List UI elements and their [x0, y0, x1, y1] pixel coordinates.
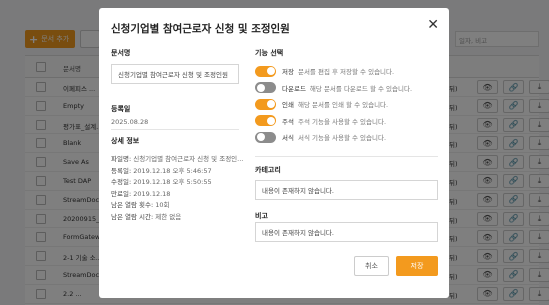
- detail-value: 2019.12.18 오후 5:46:57: [133, 166, 212, 175]
- toggle-knob: [266, 67, 275, 75]
- doc-name-value: 신청기업별 참여근로자 신청 및 조정인원: [118, 71, 228, 79]
- detail-key: 남은 열람 횟수: [111, 201, 152, 209]
- divider: [111, 129, 239, 130]
- reg-date-label: 등록일: [111, 105, 131, 113]
- function-name: 저장: [282, 68, 294, 76]
- toggle-knob: [266, 116, 275, 125]
- function-name: 서식: [282, 134, 294, 142]
- detail-key: 남은 열람 시간: [111, 212, 152, 221]
- detail-key: 수정일: [111, 178, 129, 186]
- category-field[interactable]: 내용이 존재하지 않습니다.: [255, 180, 438, 200]
- toggle-switch[interactable]: [255, 115, 276, 126]
- modal-title: 신청기업별 참여근로자 신청 및 조정인원: [111, 23, 290, 35]
- toggle-knob: [256, 133, 265, 141]
- function-toggle-row: 다운로드 해당 문서를 다운로드 할 수 있습니다.: [255, 82, 412, 94]
- document-settings-modal: 신청기업별 참여근로자 신청 및 조정인원 ✕ 문서명 신청기업별 참여근로자 …: [99, 8, 449, 298]
- detail-item: 만료일: 2019.12.18: [111, 188, 170, 198]
- toggle-knob: [256, 83, 265, 92]
- function-toggle-row: 서식 서식 기능을 사용할 수 있습니다.: [255, 131, 386, 143]
- detail-item: 파일명: 신청기업별 참여근로자 신청 및 조정인...: [111, 153, 243, 163]
- detail-item: 남은 열람 시간: 제한 없음: [111, 211, 181, 221]
- detail-key: 등록일: [111, 166, 129, 175]
- cancel-button[interactable]: 취소: [354, 256, 389, 276]
- function-desc: 문서를 편집 후 저장할 수 있습니다.: [297, 68, 395, 76]
- detail-value: 2019.12.18: [133, 189, 171, 198]
- function-desc: 해당 문서를 인쇄 할 수 있습니다.: [297, 101, 389, 109]
- toggle-switch[interactable]: [255, 65, 276, 77]
- note-field[interactable]: 내용이 존재하지 않습니다.: [255, 222, 438, 242]
- function-toggle-row: 주석 주석 기능을 사용할 수 있습니다.: [255, 115, 386, 127]
- save-button[interactable]: 저장: [396, 256, 438, 276]
- function-name: 인쇄: [282, 101, 294, 109]
- doc-name-field[interactable]: 신청기업별 참여근로자 신청 및 조정인원: [111, 64, 239, 84]
- function-desc: 주석 기능을 사용할 수 있습니다.: [297, 117, 387, 126]
- function-toggle-row: 인쇄 해당 문서를 인쇄 할 수 있습니다.: [255, 98, 388, 110]
- note-label: 비고: [255, 212, 268, 220]
- detail-key: 파일명: [111, 155, 129, 163]
- reg-date-value: 2025.08.28: [111, 118, 149, 126]
- detail-value: 2019.12.18 오후 5:50:55: [133, 178, 212, 186]
- detail-item: 등록일: 2019.12.18 오후 5:46:57: [111, 165, 212, 175]
- function-name: 주석: [282, 117, 294, 126]
- detail-value: 신청기업별 참여근로자 신청 및 조정인...: [133, 155, 244, 163]
- category-label: 카테고리: [255, 166, 281, 174]
- function-desc: 해당 문서를 다운로드 할 수 있습니다.: [309, 84, 413, 93]
- toggle-switch[interactable]: [255, 131, 276, 143]
- detail-value: 10회: [155, 201, 170, 209]
- function-desc: 서식 기능을 사용할 수 있습니다.: [297, 134, 387, 142]
- detail-key: 만료일: [111, 189, 129, 198]
- category-value: 내용이 존재하지 않습니다.: [262, 187, 334, 195]
- functions-label: 기능 선택: [255, 49, 284, 57]
- function-toggle-row: 저장 문서를 편집 후 저장할 수 있습니다.: [255, 65, 394, 77]
- note-value: 내용이 존재하지 않습니다.: [262, 229, 334, 237]
- detail-value: 제한 없음: [155, 212, 182, 221]
- divider: [255, 156, 438, 157]
- doc-name-label: 문서명: [111, 49, 131, 57]
- detail-item: 남은 열람 횟수: 10회: [111, 199, 170, 209]
- toggle-switch[interactable]: [255, 82, 276, 93]
- detail-label: 상세 정보: [111, 137, 140, 145]
- function-name: 다운로드: [282, 84, 306, 93]
- toggle-knob: [266, 100, 275, 108]
- toggle-switch[interactable]: [255, 98, 276, 110]
- detail-item: 수정일: 2019.12.18 오후 5:50:55: [111, 176, 212, 186]
- close-icon[interactable]: ✕: [427, 18, 439, 32]
